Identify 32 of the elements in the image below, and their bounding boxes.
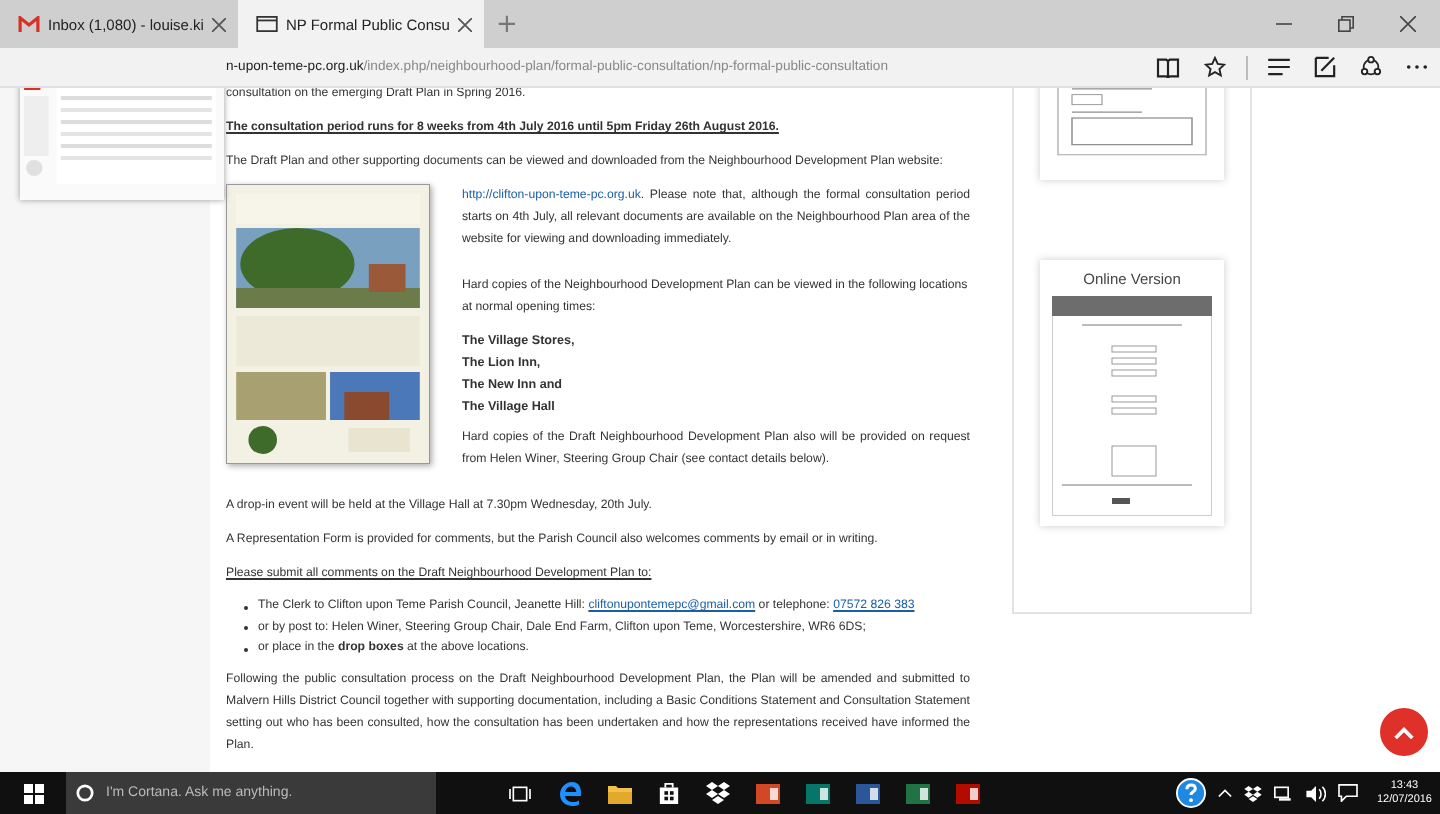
restore-icon[interactable] <box>1338 16 1354 32</box>
close-icon[interactable] <box>211 17 226 31</box>
folder-icon[interactable] <box>608 783 632 803</box>
dropbox-icon[interactable] <box>1244 785 1263 801</box>
office-app-icon[interactable] <box>956 781 980 805</box>
help-icon[interactable] <box>1176 778 1207 808</box>
close-icon[interactable] <box>457 17 472 31</box>
dropbox-icon[interactable] <box>706 782 730 804</box>
notification-icon[interactable] <box>1338 784 1359 802</box>
chevron-up-icon[interactable] <box>1218 788 1233 798</box>
circle-icon <box>76 784 94 802</box>
office-app-icon[interactable] <box>856 781 880 805</box>
store-bag-icon[interactable] <box>658 782 680 804</box>
book-icon[interactable] <box>1156 57 1180 77</box>
office-app-icon[interactable] <box>906 781 930 805</box>
note-icon[interactable] <box>1314 56 1336 78</box>
page-icon <box>255 16 278 32</box>
star-icon[interactable] <box>1204 56 1226 78</box>
mail-icon <box>18 16 40 32</box>
edge-browser-icon[interactable] <box>558 781 582 805</box>
chevron-up-icon <box>1394 725 1414 739</box>
close-icon[interactable] <box>1400 16 1416 32</box>
windows-icon[interactable] <box>24 783 44 803</box>
office-app-icon[interactable] <box>806 781 830 805</box>
task-view-icon[interactable] <box>508 783 532 803</box>
network-icon[interactable] <box>1274 785 1295 801</box>
office-app-icon[interactable] <box>756 781 780 805</box>
speaker-icon[interactable] <box>1306 785 1327 801</box>
scroll-to-top-button[interactable] <box>1380 708 1428 756</box>
more-icon[interactable] <box>1406 64 1428 70</box>
share-icon[interactable] <box>1360 56 1382 78</box>
hub-icon[interactable] <box>1268 58 1290 76</box>
